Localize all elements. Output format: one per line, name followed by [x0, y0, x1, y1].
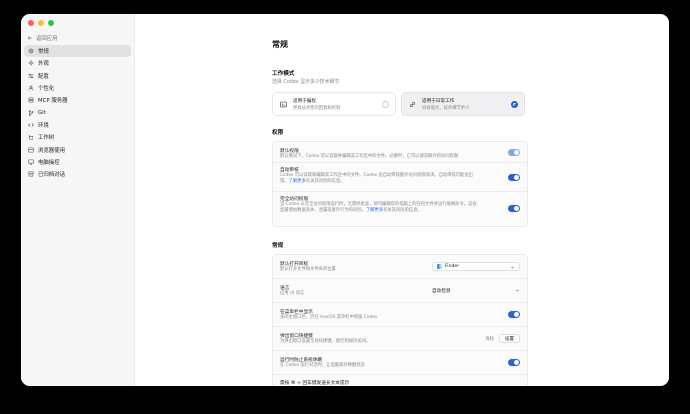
tree-icon [28, 135, 34, 140]
code-icon [28, 123, 34, 127]
row-desc: 为弹出窗口设置全局快捷键。留空则保持关闭。 [280, 339, 371, 344]
sidebar-item-mcp[interactable]: MCP 服务器 [24, 94, 131, 106]
general-card: 默认打开目标 默认打开文件和文件夹的位置 Finder 语言 应用 UI 语言 … [272, 254, 528, 386]
sidebar-item-label: 浏览器使用 [38, 147, 65, 154]
minimize-window-button[interactable] [38, 20, 44, 26]
default-permission-toggle[interactable] [508, 149, 520, 156]
permission-row-default[interactable]: 默认权限 默认情况下，Codex 可以读取并编辑其工作区中的文件。必要时，它可以… [273, 142, 527, 163]
general-row-cmd-enter[interactable]: 需按 ⌘ + 回车键发送长文本提示 [273, 375, 527, 386]
mode-option-desc: 同样强大，技术细节更少 [422, 106, 470, 111]
general-row-prevent-sleep[interactable]: 运行时防止系统休眠 在 Codex 运行对话时，让电脑保持唤醒状态 [273, 351, 527, 375]
sidebar-item-label: 常规 [38, 49, 49, 56]
row-title: 需按 ⌘ + 回车键发送长文本提示 [280, 381, 350, 386]
sidebar-item-label: 工作树 [38, 135, 55, 142]
back-label: 返回应用 [36, 36, 58, 42]
sidebar-item-label: Git [38, 109, 46, 116]
permission-row-auto-review[interactable]: 自动审核 Codex 可以读取和编辑其工作区中的文件。Codex 会自动审核额外… [273, 163, 527, 192]
sidebar-item-archived[interactable]: 已归档对话 [24, 168, 131, 180]
sidebar-item-appearance[interactable]: 外观 [24, 57, 131, 69]
sidebar-item-label: 外观 [38, 61, 49, 68]
sidebar-item-label: 环境 [38, 122, 49, 129]
row-desc-block: 当 Codex 以完全访问权限运行时，无需经批准，即可编辑您的电脑上的任何文件并… [280, 202, 480, 214]
sidebar-item-git[interactable]: Git [24, 106, 131, 118]
sidebar-item-label: 已归档对话 [38, 172, 65, 179]
archive-icon [28, 171, 34, 177]
clear-shortcut-button[interactable]: 清除 [485, 336, 494, 342]
sidebar-item-label: 配置 [38, 73, 49, 80]
user-icon [28, 85, 34, 91]
open-target-select[interactable]: Finder [432, 262, 520, 271]
sidebar: 返回应用 常规 外观 配置 个性化 MCP 服务器 Git 环境 工作树 浏览器… [21, 14, 135, 386]
work-mode-subtitle: 选择 Codex 显示多少技术细节 [272, 79, 340, 85]
sidebar-item-label: MCP 服务器 [38, 98, 68, 105]
auto-review-toggle[interactable] [508, 174, 520, 181]
sidebar-item-config[interactable]: 配置 [24, 70, 131, 82]
prevent-sleep-toggle[interactable] [508, 359, 520, 366]
browser-icon [28, 147, 34, 152]
set-shortcut-button[interactable]: 设置 [498, 334, 520, 343]
terminal-icon [280, 101, 287, 108]
select-value: Finder [445, 264, 460, 269]
row-desc: 默认情况下，Codex 可以读取并编辑其工作区中的文件。必要时，它可以请求额外的… [280, 154, 459, 159]
sidebar-item-label: 个性化 [38, 86, 55, 93]
learn-more-link[interactable]: 了解更多 [366, 208, 383, 213]
sidebar-item-label: 电脑操控 [38, 159, 60, 166]
gear-icon [28, 48, 34, 54]
arrow-left-icon [27, 36, 32, 40]
general-row-popup-shortcut[interactable]: 弹出窗口快捷键 为弹出窗口设置全局快捷键。留空则保持关闭。 清除 设置 [273, 327, 527, 351]
sidebar-item-personalization[interactable]: 个性化 [24, 82, 131, 94]
work-mode-title: 工作模式 [272, 71, 295, 77]
select-value: 自动检测 [432, 288, 451, 294]
general-title: 常规 [272, 243, 284, 249]
row-desc-block: Codex 可以读取和编辑其工作区中的文件。Codex 会自动审核额外访问权限请… [280, 173, 480, 185]
mode-radio-everyday[interactable] [511, 101, 518, 108]
mode-option-everyday[interactable]: 适用于日常工作 同样强大，技术细节更少 [401, 92, 525, 116]
finder-icon [437, 264, 442, 269]
sidebar-item-general[interactable]: 常规 [24, 45, 131, 58]
mode-option-title: 适用于日常工作 [422, 99, 455, 104]
permissions-card: 默认权限 默认情况下，Codex 可以读取并编辑其工作区中的文件。必要时，它可以… [272, 141, 528, 227]
mode-option-title: 适用于编程 [293, 99, 316, 104]
window-controls [28, 20, 54, 26]
link-icon [410, 101, 415, 108]
permission-row-full-access[interactable]: 完全访问权限 当 Codex 以完全访问权限运行时，无需经批准，即可编辑您的电脑… [273, 192, 527, 226]
monitor-icon [28, 159, 34, 165]
general-row-menubar[interactable]: 在菜单栏中显示 关闭主窗口后，仍在 macOS 菜单栏中保留 Codex [273, 303, 527, 327]
sun-icon [28, 60, 34, 67]
general-row-open-target[interactable]: 默认打开目标 默认打开文件和文件夹的位置 Finder [273, 255, 527, 279]
menubar-toggle[interactable] [508, 311, 520, 318]
row-desc-after: 有关其风险的信息。 [383, 208, 422, 214]
back-to-app-button[interactable]: 返回应用 [27, 34, 58, 42]
chevron-down-icon [516, 289, 519, 292]
full-access-toggle[interactable] [508, 205, 520, 212]
row-desc: 在 Codex 运行对话时，让电脑保持唤醒状态 [280, 363, 365, 368]
server-icon [28, 97, 34, 103]
learn-more-link[interactable]: 了解更多 [289, 179, 306, 184]
general-row-language[interactable]: 语言 应用 UI 语言 自动检测 [273, 279, 527, 303]
mode-radio-coding[interactable] [382, 101, 389, 108]
sidebar-item-browser-use[interactable]: 浏览器使用 [24, 143, 131, 155]
sidebar-item-computer-use[interactable]: 电脑操控 [24, 156, 131, 168]
chevron-down-icon [511, 266, 514, 269]
mode-option-coding[interactable]: 适用于编程 更具技术性的回复和控制 [272, 92, 396, 116]
settings-window: 返回应用 常规 外观 配置 个性化 MCP 服务器 Git 环境 工作树 浏览器… [21, 14, 669, 386]
permissions-title: 权限 [272, 130, 284, 136]
sidebar-nav: 常规 外观 配置 个性化 MCP 服务器 Git 环境 工作树 浏览器使用 电脑… [24, 45, 131, 180]
git-branch-icon [28, 109, 34, 116]
mode-option-desc: 更具技术性的回复和控制 [293, 106, 341, 111]
row-desc-after: 有关其风险的信息。 [305, 179, 345, 185]
language-select[interactable]: 自动检测 [432, 286, 520, 295]
page-title: 常规 [272, 40, 288, 49]
sidebar-item-worktrees[interactable]: 工作树 [24, 131, 131, 143]
close-window-button[interactable] [28, 20, 34, 26]
maximize-window-button[interactable] [48, 20, 54, 26]
sidebar-item-environments[interactable]: 环境 [24, 119, 131, 131]
sliders-icon [28, 73, 34, 78]
row-desc: 关闭主窗口后，仍在 macOS 菜单栏中保留 Codex [280, 315, 378, 320]
